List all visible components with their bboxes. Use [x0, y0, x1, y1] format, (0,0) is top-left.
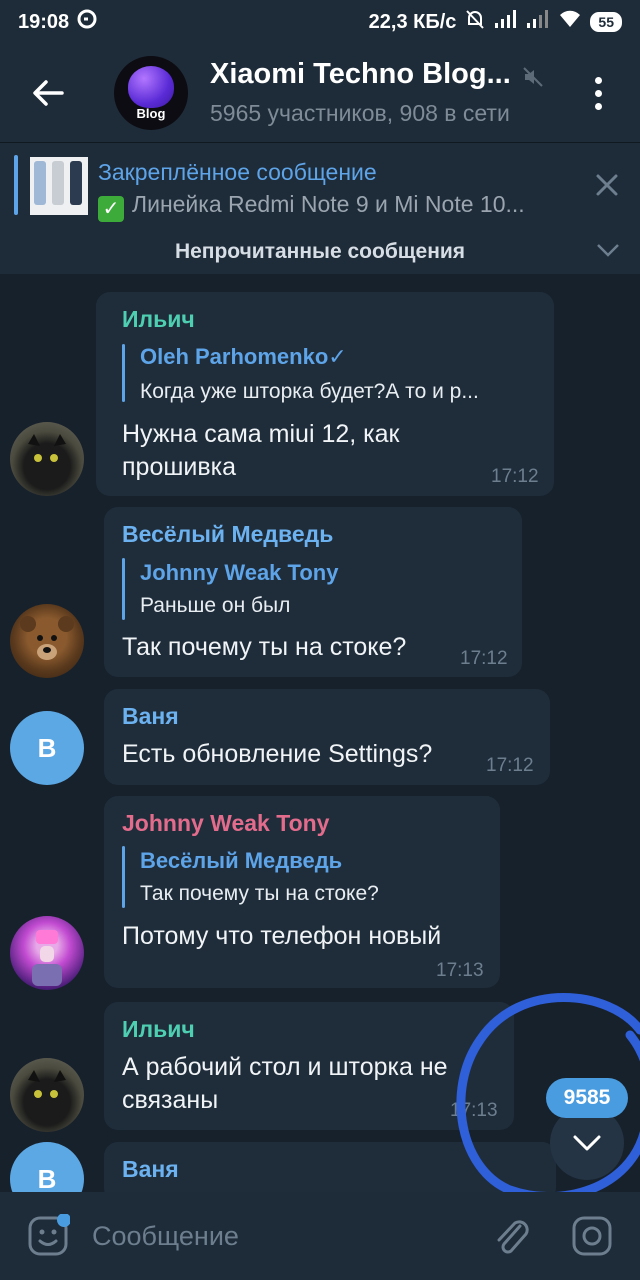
message-text: Есть обновление Settings? — [122, 740, 433, 768]
avatar-ilyich[interactable] — [10, 1058, 84, 1132]
camera-button[interactable] — [570, 1214, 614, 1258]
chevron-down-icon — [573, 1135, 601, 1151]
reply-accent-bar — [122, 558, 125, 620]
message-time: 17:12 — [486, 755, 534, 776]
mute-bell-icon — [464, 8, 486, 36]
muted-speaker-icon — [522, 66, 544, 93]
message-sender[interactable]: Ильич — [122, 1016, 195, 1043]
message-time: 17:12 — [491, 466, 539, 487]
message-text: Так почему ты на стоке? — [122, 633, 407, 661]
status-time: 19:08 — [18, 10, 70, 33]
more-menu-button[interactable] — [578, 70, 618, 116]
message-time: 17:13 — [450, 1100, 498, 1121]
message-time: 17:12 — [460, 648, 508, 669]
sticker-button[interactable] — [26, 1213, 71, 1258]
message-sender[interactable]: Ваня — [122, 1156, 179, 1183]
reply-sender[interactable]: Johnny Weak Tony — [140, 560, 338, 586]
avatar-ilyich[interactable] — [10, 422, 84, 496]
message-text-line: связаны — [122, 1086, 219, 1114]
camera-icon — [572, 1216, 612, 1256]
close-pinned-button[interactable] — [594, 172, 620, 198]
logo-icon — [128, 66, 174, 108]
avatar-bear[interactable] — [10, 604, 84, 678]
message-text: Потому что телефон новый — [122, 922, 442, 950]
chevron-down-icon[interactable] — [596, 242, 620, 263]
pinned-preview: ✓ Линейка Redmi Note 9 и Mi Note 10... — [98, 191, 525, 222]
pinned-message[interactable]: Закреплённое сообщение ✓ Линейка Redmi No… — [0, 142, 640, 230]
message-input[interactable] — [92, 1214, 472, 1258]
pinned-title: Закреплённое сообщение — [98, 159, 377, 185]
message-text-line: Нужна сама miui 12, как — [122, 420, 400, 448]
network-speed: 22,3 КБ/с — [368, 10, 457, 33]
message-sender[interactable]: Johnny Weak Tony — [122, 810, 329, 837]
avatar-johnny[interactable] — [10, 916, 84, 990]
check-mark-icon: ✓ — [98, 196, 124, 222]
chat-subtitle: 5965 участников, 908 в сети — [210, 100, 510, 126]
chat-header: Blog Xiaomi Techno Blog... 5965 участник… — [0, 44, 640, 142]
message-sender[interactable]: Ваня — [122, 703, 179, 730]
reply-text[interactable]: Когда уже шторка будет?А то и р... — [140, 380, 479, 404]
wifi-icon — [558, 9, 582, 35]
reply-sender[interactable]: Весёлый Медведь — [140, 848, 342, 874]
unread-messages-banner: Непрочитанные сообщения — [0, 230, 640, 274]
close-icon — [596, 174, 618, 196]
reply-accent-bar — [122, 846, 125, 908]
reply-text[interactable]: Так почему ты на стоке? — [140, 882, 379, 906]
message-sender[interactable]: Весёлый Медведь — [122, 521, 333, 548]
reply-accent-bar — [122, 344, 125, 402]
signal-icon-2 — [526, 9, 550, 35]
status-bar: 19:08 22,3 КБ/с 55 — [0, 0, 640, 44]
chat-avatar[interactable]: Blog — [114, 56, 188, 130]
pinned-accent-bar — [14, 155, 18, 215]
message-sender[interactable]: Ильич — [122, 306, 195, 333]
notification-icon — [77, 9, 99, 35]
sticker-icon — [28, 1213, 71, 1256]
attach-button[interactable] — [490, 1214, 534, 1258]
back-button[interactable] — [22, 70, 74, 116]
reply-text[interactable]: Раньше он был — [140, 594, 290, 618]
message-composer — [0, 1192, 640, 1280]
avatar-vanya[interactable]: В — [10, 711, 84, 785]
reply-sender[interactable]: Oleh Parhomenko✓ — [140, 344, 347, 370]
pinned-thumbnail — [30, 157, 88, 215]
paperclip-icon — [497, 1220, 529, 1254]
signal-icon — [494, 9, 518, 35]
message-text-line: А рабочий стол и шторка не — [122, 1053, 448, 1081]
message-text-line: прошивка — [122, 453, 237, 481]
battery-indicator: 55 — [590, 12, 622, 32]
pinned-text: Линейка Redmi Note 9 и Mi Note 10... — [132, 191, 525, 217]
unread-counter-badge: 9585 — [546, 1078, 628, 1118]
message-time: 17:13 — [436, 960, 484, 981]
arrow-left-icon — [33, 80, 64, 106]
chat-title[interactable]: Xiaomi Techno Blog... — [210, 58, 511, 91]
chat-avatar-label: Blog — [136, 106, 166, 121]
